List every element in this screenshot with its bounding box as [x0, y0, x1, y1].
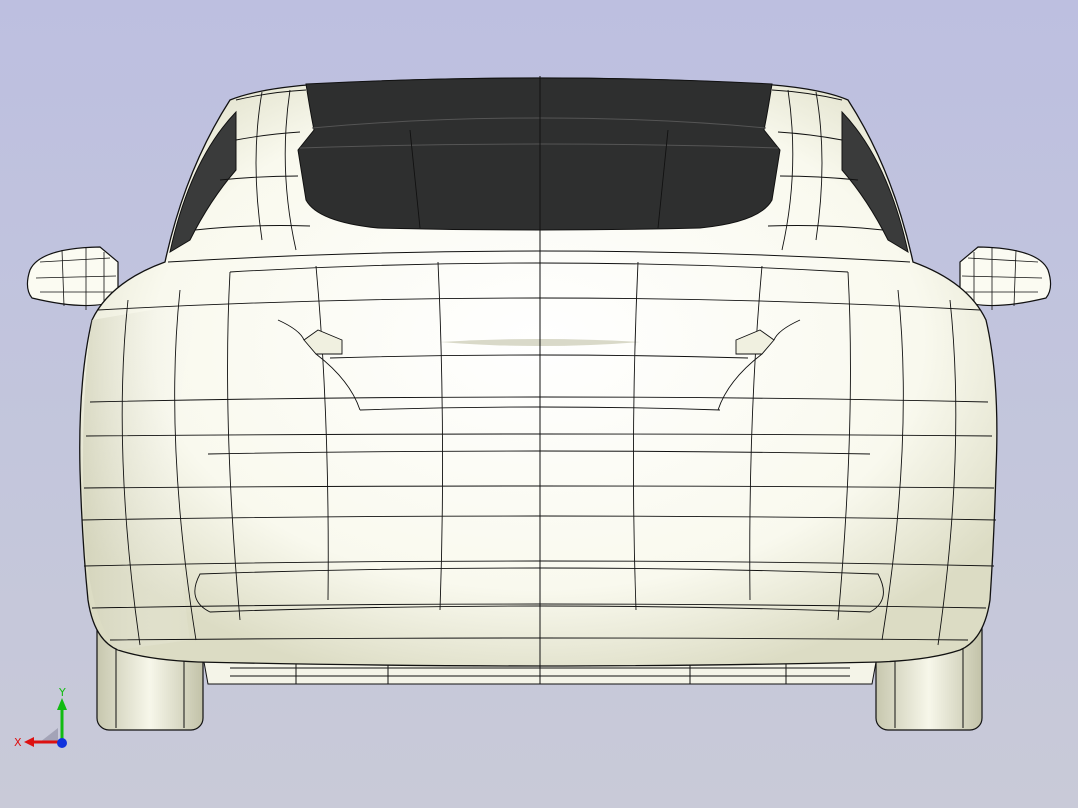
y-axis-label: Y [58, 686, 66, 699]
rear-window [297, 77, 781, 231]
3d-viewport[interactable]: Y X [0, 0, 1078, 808]
axis-triad: Y X [14, 686, 67, 749]
z-axis [57, 738, 67, 748]
car-model[interactable] [0, 0, 1078, 808]
x-axis-label: X [14, 736, 22, 749]
